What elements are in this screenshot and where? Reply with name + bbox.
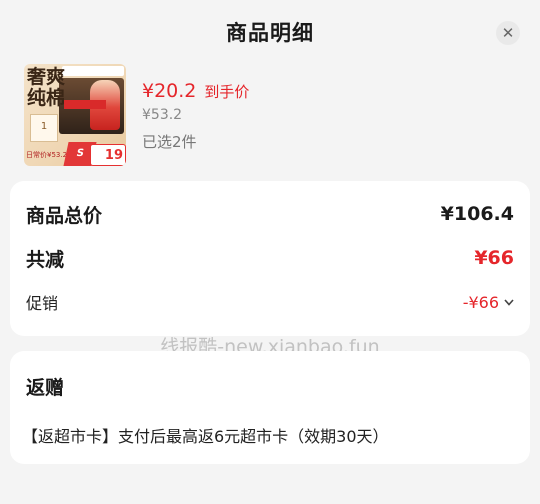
- final-price: ¥20.2: [142, 80, 197, 102]
- thumbnail-line-1: 奢爽: [27, 66, 66, 88]
- total-row: 商品总价 ¥106.4: [26, 199, 514, 229]
- original-price: ¥53.2: [142, 107, 183, 123]
- promo-value: -¥66: [462, 292, 499, 312]
- sheet-header: 商品明细 ✕: [0, 0, 540, 64]
- chevron-down-icon: [504, 296, 514, 309]
- thumbnail-daily-price: 日常价¥53.2: [26, 151, 68, 159]
- thumbnail-banner: [62, 66, 124, 76]
- gift-card: 返赠 【返超市卡】支付后最高返6元超市卡（效期30天）: [10, 351, 530, 464]
- sheet-title: 商品明细: [226, 21, 314, 45]
- product-detail-sheet: 商品明细 ✕ 奢爽 纯棉 1 日常价¥53.2 S 19 ¥20.2 到手价 ¥…: [0, 0, 540, 504]
- thumbnail-big-text: 奢爽 纯棉: [27, 67, 65, 109]
- close-button[interactable]: ✕: [496, 21, 520, 45]
- total-label: 商品总价: [26, 204, 103, 227]
- promo-value-group[interactable]: -¥66: [463, 293, 514, 312]
- discount-value: ¥66: [474, 247, 514, 269]
- price-summary-card: 商品总价 ¥106.4 共减 ¥66 促销 -¥66: [10, 181, 530, 336]
- price-line: ¥20.2 到手价: [142, 80, 249, 102]
- thumbnail-price-box: 19: [90, 144, 126, 166]
- thumbnail-card: 1: [30, 114, 58, 142]
- total-value: ¥106.4: [440, 203, 514, 225]
- gift-description: 【返超市卡】支付后最高返6元超市卡（效期30天）: [22, 427, 389, 446]
- close-icon: ✕: [501, 23, 515, 42]
- promo-row[interactable]: 促销 -¥66: [26, 287, 514, 317]
- discount-row: 共减 ¥66: [26, 243, 514, 273]
- thumbnail-line-2: 纯棉: [27, 87, 66, 109]
- discount-label: 共减: [26, 248, 65, 271]
- final-price-label: 到手价: [204, 83, 250, 101]
- promo-label: 促销: [26, 294, 59, 313]
- thumbnail-red-tag: [64, 100, 106, 109]
- product-row: 奢爽 纯棉 1 日常价¥53.2 S 19 ¥20.2 到手价 ¥53.2 已选…: [24, 64, 524, 169]
- gift-title: 返赠: [26, 377, 65, 399]
- selected-count: 已选2件: [142, 133, 197, 151]
- product-thumbnail[interactable]: 奢爽 纯棉 1 日常价¥53.2 S 19: [24, 64, 126, 166]
